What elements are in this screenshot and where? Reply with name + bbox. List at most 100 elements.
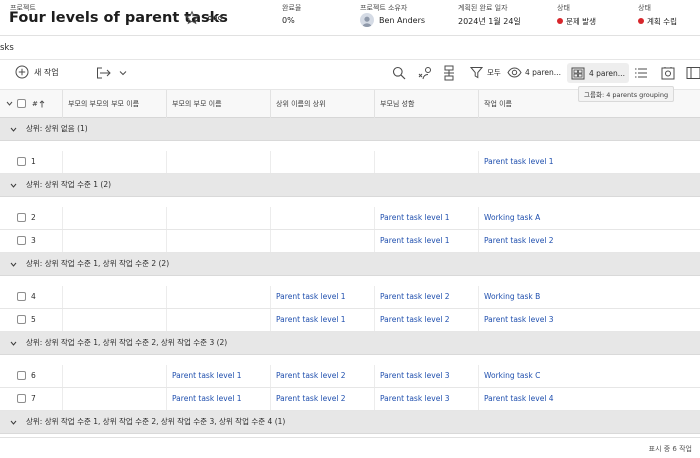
parent-name-cell[interactable]: Parent task level 2: [375, 309, 479, 331]
sort-ascending-icon[interactable]: [39, 100, 45, 108]
select-all-checkbox[interactable]: [17, 99, 26, 108]
group-header[interactable]: 상위: 상위 작업 수준 1, 상위 작업 수준 2 (2): [0, 253, 700, 276]
view-label: 4 paren...: [525, 68, 561, 77]
chevron-down-icon[interactable]: [6, 100, 13, 107]
planned-completion-label: 계획된 완료 일자: [458, 4, 508, 12]
hierarchy-button[interactable]: [443, 65, 455, 81]
parent-name-cell: [167, 286, 271, 308]
row-checkbox[interactable]: [17, 292, 26, 301]
task-name-cell[interactable]: Working task C: [479, 365, 700, 387]
new-task-button[interactable]: 새 작업: [15, 65, 59, 79]
owner-value[interactable]: Ben Anders: [379, 16, 425, 25]
parent-name-cell[interactable]: Parent task level 1: [167, 388, 271, 410]
percent-complete-value: 0%: [282, 16, 295, 25]
view-button[interactable]: 4 paren...: [507, 66, 561, 79]
planned-completion-value: 2024년 1월 24일: [458, 17, 521, 26]
chevron-down-icon[interactable]: [10, 182, 17, 189]
chevron-down-icon[interactable]: [10, 419, 17, 426]
panel-toggle-button[interactable]: [686, 66, 700, 80]
group-header[interactable]: 상위: 상위 작업 수준 1, 상위 작업 수준 2, 상위 작업 수준 3 (…: [0, 332, 700, 355]
row-checkbox[interactable]: [17, 394, 26, 403]
row-checkbox[interactable]: [17, 236, 26, 245]
parent-name-cell[interactable]: Parent task level 1: [167, 365, 271, 387]
table-row[interactable]: 4 Parent task level 1 Parent task level 2W…: [0, 286, 700, 309]
settings-icon: [661, 67, 675, 80]
row-count: 표시 중 6 작업: [648, 445, 692, 453]
search-button[interactable]: [392, 66, 406, 80]
task-name-cell[interactable]: Parent task level 4: [479, 388, 700, 410]
row-number: 2: [31, 213, 36, 222]
chevron-down-icon[interactable]: [10, 126, 17, 133]
condition-status[interactable]: 문제 발생: [557, 16, 596, 27]
table-row[interactable]: 3 Parent task level 1 Parent task level 2: [0, 230, 700, 253]
table-row[interactable]: 1 Parent task level 1: [0, 151, 700, 174]
parent-name-cell[interactable]: Parent task level 3: [375, 388, 479, 410]
parent-name-cell[interactable]: Parent task level 2: [271, 365, 375, 387]
grouping-icon: [571, 67, 585, 79]
column-number[interactable]: #: [32, 90, 38, 118]
row-checkbox[interactable]: [17, 315, 26, 324]
parent-name-cell[interactable]: Parent task level 1: [375, 207, 479, 229]
group-label: 상위: 상위 작업 수준 1, 상위 작업 수준 2 (2): [26, 259, 170, 268]
project-status[interactable]: 계획 수립: [638, 16, 677, 27]
more-options-icon[interactable]: [207, 10, 223, 26]
grouping-tooltip: 그룹화: 4 parents grouping: [578, 86, 675, 102]
parent-name-cell[interactable]: Parent task level 2: [375, 286, 479, 308]
group-header[interactable]: 상위: 상위 작업 수준 1 (2): [0, 174, 700, 197]
row-number: 1: [31, 157, 36, 166]
group-header[interactable]: 상위: 상위 작업 수준 1, 상위 작업 수준 2, 상위 작업 수준 3, …: [0, 411, 700, 434]
row-checkbox[interactable]: [17, 371, 26, 380]
task-name-cell[interactable]: Working task B: [479, 286, 700, 308]
add-circle-icon: [15, 65, 29, 79]
row-number: 5: [31, 315, 36, 324]
column-parent-of-parent[interactable]: 상위 이름의 상위: [271, 90, 375, 118]
export-button[interactable]: [96, 66, 132, 80]
task-name-cell[interactable]: Parent task level 3: [479, 309, 700, 331]
condition-status-text: 문제 발생: [566, 17, 596, 26]
chevron-down-icon[interactable]: [10, 340, 17, 347]
parent-name-cell[interactable]: Parent task level 3: [375, 365, 479, 387]
task-name-cell[interactable]: Working task A: [479, 207, 700, 229]
table-row[interactable]: 7 Parent task level 1 Parent task level 2P…: [0, 388, 700, 411]
tab-tasks[interactable]: sks: [0, 43, 14, 53]
grouping-label: 4 paren...: [589, 68, 625, 78]
status-dot-icon: [557, 18, 563, 24]
list-view-button[interactable]: [634, 67, 648, 79]
workload-button[interactable]: [418, 66, 434, 80]
parent-name-cell[interactable]: Parent task level 2: [271, 388, 375, 410]
parent-name-cell: [167, 151, 271, 173]
project-status-text: 계획 수립: [647, 17, 677, 26]
parent-name-cell[interactable]: Parent task level 1: [375, 230, 479, 252]
table-row[interactable]: 6 Parent task level 1 Parent task level 2P…: [0, 365, 700, 388]
group-header[interactable]: 상위: 상위 없음 (1): [0, 118, 700, 141]
side-panel-icon: [686, 67, 700, 79]
task-name-cell[interactable]: Parent task level 2: [479, 230, 700, 252]
row-checkbox[interactable]: [17, 213, 26, 222]
column-parent[interactable]: 부모님 성함: [375, 90, 479, 118]
filter-button[interactable]: 모두: [470, 66, 501, 79]
settings-button[interactable]: [661, 66, 675, 80]
parent-name-cell[interactable]: Parent task level 1: [271, 286, 375, 308]
star-icon[interactable]: [184, 10, 200, 26]
project-header: 프로젝트 Four levels of parent tasks 완료율 0% …: [0, 0, 700, 36]
parent-name-cell: [63, 309, 167, 331]
parent-name-cell: [63, 230, 167, 252]
table-row[interactable]: 2 Parent task level 1 Working task A: [0, 207, 700, 230]
avatar: [360, 13, 374, 27]
chevron-down-icon[interactable]: [10, 261, 17, 268]
group-spacer: [0, 141, 700, 151]
row-number: 3: [31, 236, 36, 245]
column-great-grandparent[interactable]: 부모의 부모의 부모 이름: [63, 90, 167, 118]
column-grandparent[interactable]: 부모의 부모 이름: [167, 90, 271, 118]
parent-name-cell[interactable]: Parent task level 1: [271, 309, 375, 331]
filter-label: 모두: [487, 68, 501, 77]
row-checkbox[interactable]: [17, 157, 26, 166]
table-row[interactable]: 5 Parent task level 1 Parent task level 2P…: [0, 309, 700, 332]
parent-name-cell: [63, 207, 167, 229]
row-number: 6: [31, 371, 36, 380]
task-name-cell[interactable]: Parent task level 1: [479, 151, 700, 173]
grouping-button[interactable]: 4 paren...: [567, 63, 629, 83]
hierarchy-icon: [444, 65, 454, 81]
parent-name-cell: [271, 207, 375, 229]
person-assign-icon: [418, 67, 431, 80]
